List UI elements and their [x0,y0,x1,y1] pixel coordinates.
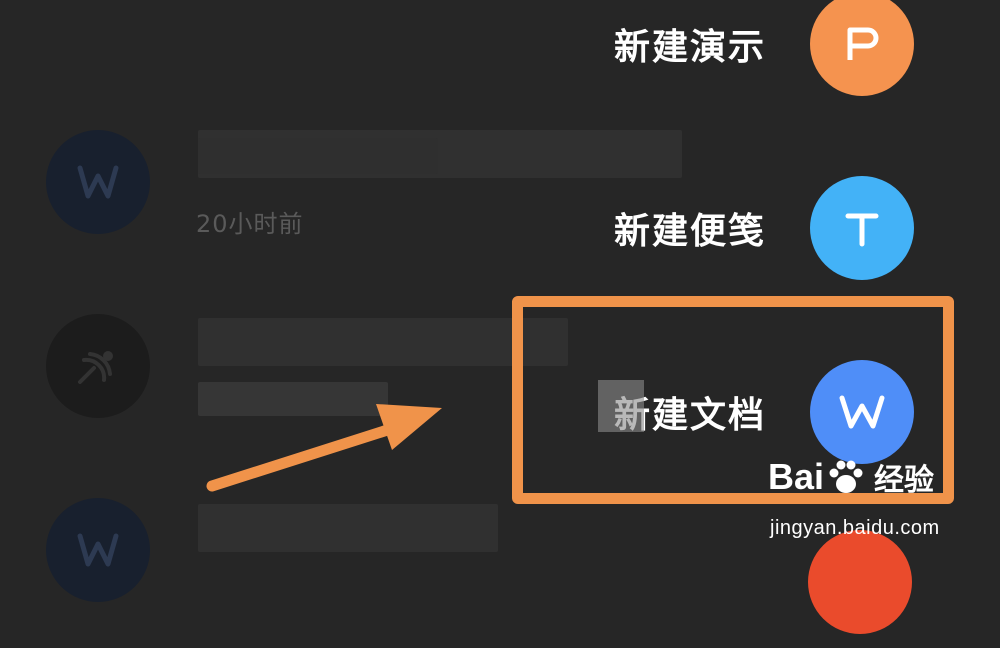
note-icon [845,213,879,247]
presentation-icon [847,27,879,60]
word-file-avatar [46,130,150,234]
satellite-dish-icon [78,351,113,384]
word-file-avatar [46,498,150,602]
word-icon [77,165,119,199]
paw-icon [829,460,863,493]
list-item[interactable]: 20小时前 [0,100,700,270]
new-note-row[interactable]: 新建便笺 [614,176,914,280]
baidu-brand-suffix: 经验 [874,464,935,497]
file-name-redacted [198,504,498,552]
folder-avatar [46,314,150,418]
file-name-redacted [198,138,438,174]
new-presentation-row[interactable]: 新建演示 [614,0,914,96]
baidu-watermark: Bai 经验 jingyan.baidu.com [768,455,996,560]
file-time: 20小时前 [196,210,304,238]
baidu-logo: Bai 经验 [768,455,934,499]
menu-label: 新建演示 [613,27,766,68]
menu-label: 新建便笺 [613,211,766,252]
baidu-url: jingyan.baidu.com [770,517,940,539]
arrow-annotation [206,404,442,492]
new-note-button[interactable] [810,176,914,280]
word-icon [77,533,119,567]
new-presentation-button[interactable] [810,0,914,96]
baidu-brand: Bai [768,456,825,497]
